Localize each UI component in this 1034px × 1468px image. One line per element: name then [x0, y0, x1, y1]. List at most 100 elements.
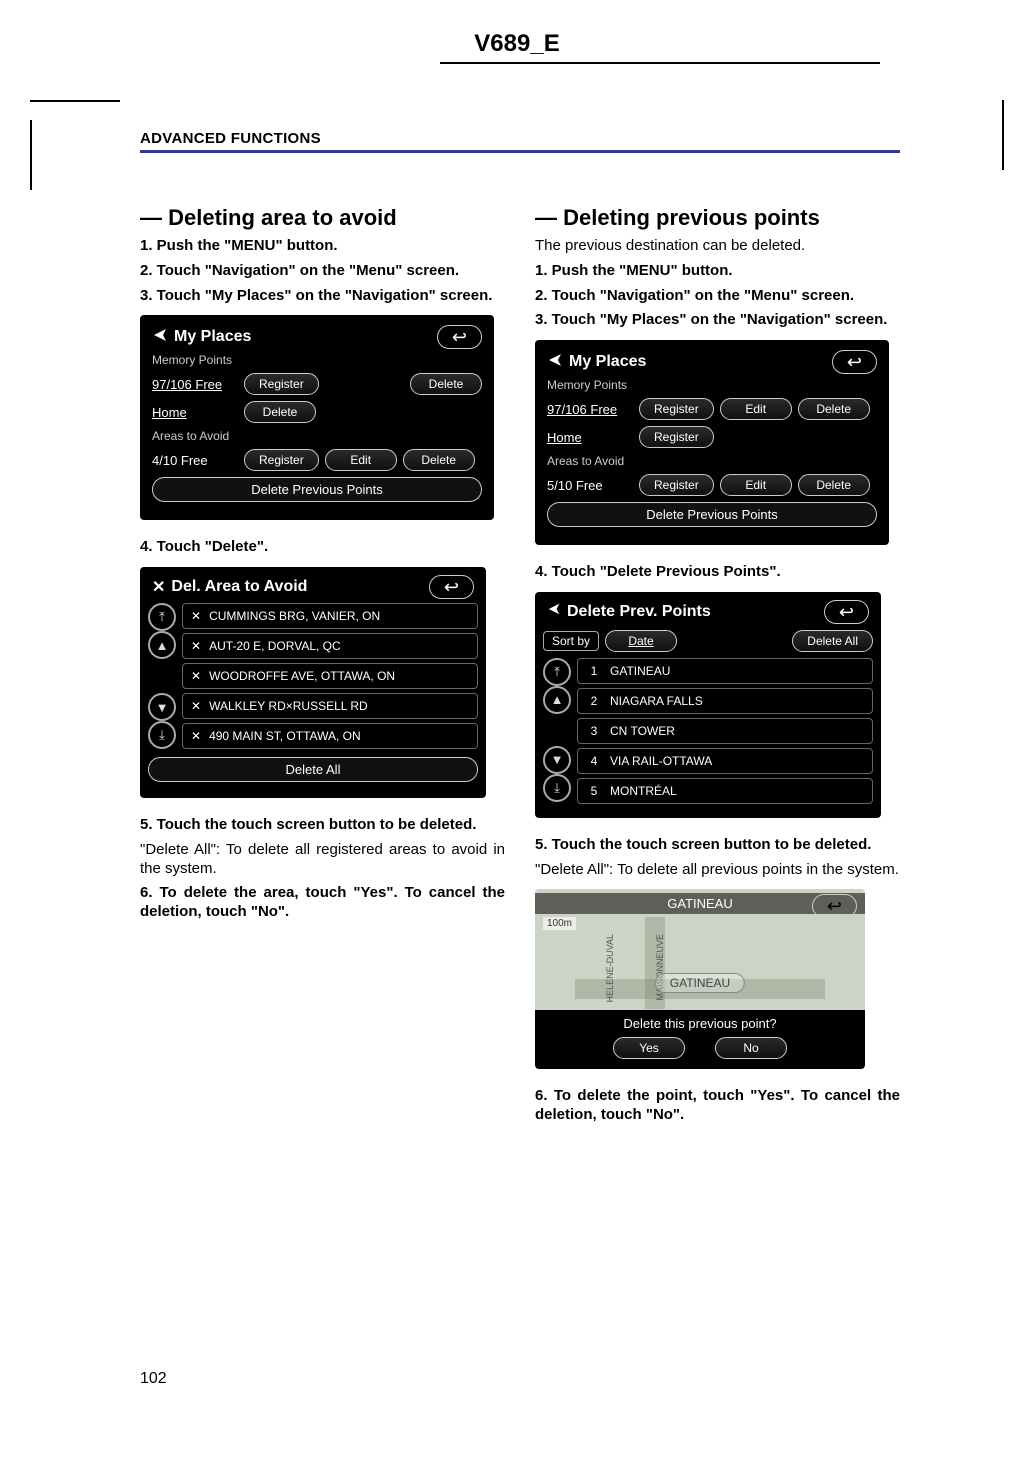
item-label: MONTRÉAL: [610, 784, 677, 798]
areas-edit-button[interactable]: Edit: [325, 449, 397, 471]
prev-point-item[interactable]: 4 VIA RAIL-OTTAWA: [577, 748, 873, 774]
item-number: 4: [586, 754, 602, 768]
scroll-down-button[interactable]: ▼: [148, 693, 176, 721]
left-delete-all-note: "Delete All": To delete all registered a…: [140, 841, 505, 879]
doc-header: V689_E: [0, 30, 1034, 58]
item-label: NIAGARA FALLS: [610, 694, 703, 708]
left-title: — Deleting area to avoid: [140, 205, 505, 231]
prev-point-item[interactable]: 5 MONTRÉAL: [577, 778, 873, 804]
scroll-down-button[interactable]: ▼: [543, 746, 571, 774]
right-step-3: 3. Touch "My Places" on the "Navigation"…: [535, 311, 900, 330]
doc-header-underline: [440, 62, 880, 64]
area-item[interactable]: ✕ WOODROFFE AVE, OTTAWA, ON: [182, 663, 478, 689]
item-label: CN TOWER: [610, 724, 675, 738]
item-number: 5: [586, 784, 602, 798]
right-step-1: 1. Push the "MENU" button.: [535, 262, 900, 281]
x-icon: ✕: [152, 577, 165, 597]
area-item-label: 490 MAIN ST, OTTAWA, ON: [209, 729, 361, 743]
home-delete-button[interactable]: Delete: [244, 401, 316, 423]
right-delete-all-note: "Delete All": To delete all previous poi…: [535, 861, 900, 880]
scroll-up-button[interactable]: ▲: [148, 631, 176, 659]
right-title: — Deleting previous points: [535, 205, 900, 231]
scroll-bottom-button[interactable]: ⤓: [543, 774, 571, 802]
del-prev-title: Delete Prev. Points: [567, 603, 711, 621]
areas-delete-button[interactable]: Delete: [403, 449, 475, 471]
x-icon: ✕: [191, 699, 201, 713]
prev-point-item[interactable]: 1GATINEAU: [577, 658, 873, 684]
home-register-button[interactable]: Register: [639, 426, 714, 448]
memory-points-label: Memory Points: [152, 353, 482, 367]
delete-previous-points-button[interactable]: Delete Previous Points: [152, 477, 482, 502]
left-step-6: 6. To delete the area, touch "Yes". To c…: [140, 884, 505, 922]
home-label: Home: [547, 430, 633, 445]
areas-to-avoid-label: Areas to Avoid: [152, 429, 482, 443]
back-button[interactable]: ↩: [832, 350, 877, 374]
x-icon: ✕: [191, 609, 201, 623]
left-step-3: 3. Touch "My Places" on the "Navigation"…: [140, 287, 505, 306]
section-header: ADVANCED FUNCTIONS: [140, 130, 900, 153]
crop-mark-tr: [1002, 100, 1004, 170]
yes-button[interactable]: Yes: [613, 1037, 685, 1059]
my-places-title: My Places: [174, 328, 251, 346]
map-scale-label: 100m: [543, 917, 576, 930]
item-label: VIA RAIL-OTTAWA: [610, 754, 712, 768]
del-area-title: Del. Area to Avoid: [171, 578, 307, 596]
area-item-label: WOODROFFE AVE, OTTAWA, ON: [209, 669, 395, 683]
areas-register-button[interactable]: Register: [244, 449, 319, 471]
left-step-2: 2. Touch "Navigation" on the "Menu" scre…: [140, 262, 505, 281]
x-icon: ✕: [191, 669, 201, 683]
delete-all-button[interactable]: Delete All: [148, 757, 478, 782]
delete-button[interactable]: Delete: [798, 398, 870, 420]
page-number: 102: [140, 1370, 167, 1388]
left-step-4: 4. Touch "Delete".: [140, 538, 505, 557]
back-button[interactable]: ↩: [824, 600, 869, 624]
delete-all-button[interactable]: Delete All: [792, 630, 873, 652]
scroll-top-button[interactable]: ⤒: [148, 603, 176, 631]
right-step-5: 5. Touch the touch screen button to be d…: [535, 836, 900, 855]
areas-register-button[interactable]: Register: [639, 474, 714, 496]
area-item-label: AUT-20 E, DORVAL, QC: [209, 639, 341, 653]
del-area-screenshot: ✕ Del. Area to Avoid ↩ ⤒ ▲ ▼: [140, 567, 486, 798]
no-button[interactable]: No: [715, 1037, 787, 1059]
back-button[interactable]: ↩: [437, 325, 482, 349]
areas-delete-button[interactable]: Delete: [798, 474, 870, 496]
left-step-5: 5. Touch the touch screen button to be d…: [140, 816, 505, 835]
register-button[interactable]: Register: [639, 398, 714, 420]
area-item[interactable]: ✕AUT-20 E, DORVAL, QC: [182, 633, 478, 659]
mem-free-label: 97/106 Free: [547, 402, 633, 417]
map-top-label: GATINEAU: [667, 896, 733, 911]
prev-point-item[interactable]: 2NIAGARA FALLS: [577, 688, 873, 714]
prev-point-item[interactable]: 3 CN TOWER: [577, 718, 873, 744]
register-button[interactable]: Register: [244, 373, 319, 395]
sort-date-button[interactable]: Date: [605, 630, 677, 652]
right-step-4: 4. Touch "Delete Previous Points".: [535, 563, 900, 582]
memory-points-label: Memory Points: [547, 378, 877, 392]
mem-free-label: 97/106 Free: [152, 377, 238, 392]
areas-free-label: 5/10 Free: [547, 478, 633, 493]
scroll-up-button[interactable]: ▲: [543, 686, 571, 714]
areas-to-avoid-label: Areas to Avoid: [547, 454, 877, 468]
back-button[interactable]: ↩: [812, 894, 857, 918]
back-button[interactable]: ↩: [429, 575, 474, 599]
delete-button[interactable]: Delete: [410, 373, 482, 395]
left-step-1: 1. Push the "MENU" button.: [140, 237, 505, 256]
area-item[interactable]: ✕490 MAIN ST, OTTAWA, ON: [182, 723, 478, 749]
map-center-label: GATINEAU: [655, 973, 745, 993]
area-item-label: WALKLEY RD×RUSSELL RD: [209, 699, 368, 713]
area-item-label: CUMMINGS BRG, VANIER, ON: [209, 609, 380, 623]
item-number: 3: [586, 724, 602, 738]
delete-previous-points-button[interactable]: Delete Previous Points: [547, 502, 877, 527]
right-step-2: 2. Touch "Navigation" on the "Menu" scre…: [535, 287, 900, 306]
areas-edit-button[interactable]: Edit: [720, 474, 792, 496]
area-item[interactable]: ✕ WALKLEY RD×RUSSELL RD: [182, 693, 478, 719]
right-step-6: 6. To delete the point, touch "Yes". To …: [535, 1087, 900, 1125]
scroll-top-button[interactable]: ⤒: [543, 658, 571, 686]
arrow-icon: [152, 327, 168, 348]
edit-button[interactable]: Edit: [720, 398, 792, 420]
street-label: HELENE-DUVAL: [605, 934, 615, 1002]
scroll-bottom-button[interactable]: ⤓: [148, 721, 176, 749]
crop-mark-tl: [30, 100, 120, 122]
my-places-title: My Places: [569, 353, 646, 371]
area-item[interactable]: ✕ CUMMINGS BRG, VANIER, ON: [182, 603, 478, 629]
home-label: Home: [152, 405, 238, 420]
